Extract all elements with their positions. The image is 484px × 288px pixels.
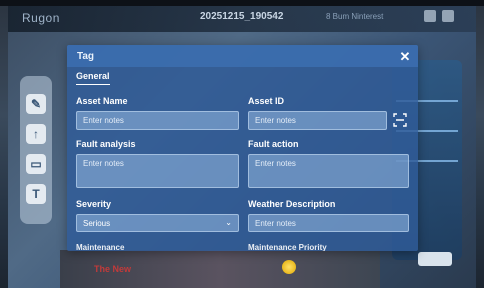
side-toolbar: ✎ ↑ ▭ T [20,76,52,224]
header-title: 20251215_190542 [200,11,284,22]
edit-tool-icon[interactable]: ✎ [26,94,46,114]
fault-analysis-label: Fault analysis [76,139,136,149]
dialog-title: Tag [77,51,95,62]
fault-action-label: Fault action [248,139,299,149]
scan-icon[interactable] [393,113,407,127]
fault-analysis-textarea[interactable] [76,154,239,188]
folder-tool-icon[interactable]: ▭ [26,154,46,174]
settings-icon[interactable] [442,10,454,22]
text-tool-icon[interactable]: T [26,184,46,204]
maintenance-label: Maintenance [76,243,125,251]
severity-select[interactable]: Serious ⌄ [76,214,239,232]
tab-general[interactable]: General [76,71,110,85]
asset-name-label: Asset Name [76,96,128,106]
asset-name-input[interactable] [76,111,239,130]
chevron-down-icon: ⌄ [225,218,232,227]
weather-description-input[interactable] [248,214,409,232]
dialog-header: Tag ✕ [67,45,418,67]
fault-action-textarea[interactable] [248,154,409,188]
upload-tool-icon[interactable]: ↑ [26,124,46,144]
header-status: 8 Bum Ninterest [326,12,384,21]
brand-logo: Rugon [22,11,60,25]
asset-id-input[interactable] [248,111,387,130]
close-icon[interactable]: ✕ [398,50,412,64]
asset-id-label: Asset ID [248,96,285,106]
severity-value: Serious [83,219,111,228]
tag-dialog: Tag ✕ General Asset Name Asset ID Fault … [67,45,418,251]
home-icon[interactable] [424,10,436,22]
capture-button[interactable] [282,260,296,274]
right-panel-button[interactable] [418,252,452,266]
severity-label: Severity [76,199,112,209]
maintenance-priority-label: Maintenance Priority [248,243,327,251]
promo-text: The New [94,264,132,274]
weather-description-label: Weather Description [248,199,336,209]
